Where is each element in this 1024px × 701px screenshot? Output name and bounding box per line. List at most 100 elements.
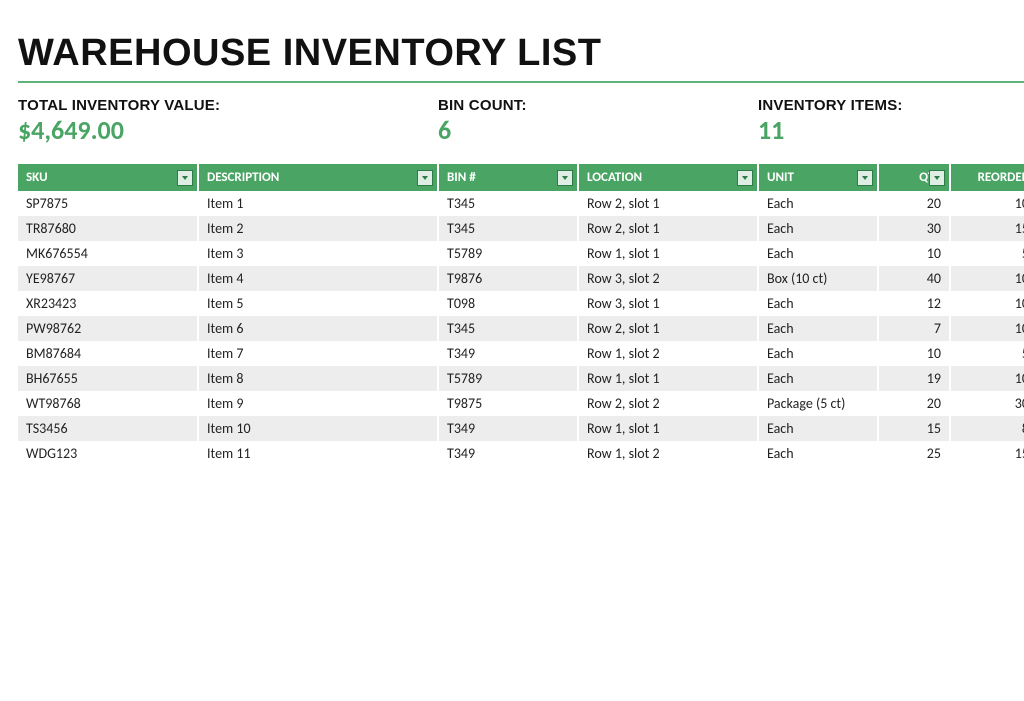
cell-sku: YE98767 bbox=[18, 266, 198, 291]
cell-sku: TR87680 bbox=[18, 216, 198, 241]
cell-location: Row 1, slot 2 bbox=[578, 441, 758, 466]
cell-unit: Each bbox=[758, 341, 878, 366]
table-header-row: SKU DESCRIPTION BIN # LOCATION UNIT QTY … bbox=[18, 164, 1024, 191]
cell-description: Item 6 bbox=[198, 316, 438, 341]
cell-bin: T345 bbox=[438, 316, 578, 341]
cell-location: Row 1, slot 1 bbox=[578, 416, 758, 441]
cell-bin: T098 bbox=[438, 291, 578, 316]
page-title: WAREHOUSE INVENTORY LIST bbox=[18, 32, 1024, 75]
cell-location: Row 2, slot 1 bbox=[578, 191, 758, 216]
cell-unit: Each bbox=[758, 366, 878, 391]
cell-sku: XR23423 bbox=[18, 291, 198, 316]
cell-location: Row 3, slot 2 bbox=[578, 266, 758, 291]
cell-reorder: 10 bbox=[950, 366, 1024, 391]
cell-qty: 40 bbox=[878, 266, 950, 291]
cell-qty: 20 bbox=[878, 391, 950, 416]
table-row: BH67655Item 8T5789Row 1, slot 1Each1910 bbox=[18, 366, 1024, 391]
cell-bin: T5789 bbox=[438, 366, 578, 391]
table-row: WDG123Item 11T349Row 1, slot 2Each2515 bbox=[18, 441, 1024, 466]
cell-description: Item 7 bbox=[198, 341, 438, 366]
cell-sku: WDG123 bbox=[18, 441, 198, 466]
cell-qty: 25 bbox=[878, 441, 950, 466]
cell-bin: T349 bbox=[438, 441, 578, 466]
cell-sku: WT98768 bbox=[18, 391, 198, 416]
cell-description: Item 3 bbox=[198, 241, 438, 266]
summary-total-label: TOTAL INVENTORY VALUE: bbox=[18, 97, 438, 114]
cell-sku: TS3456 bbox=[18, 416, 198, 441]
table-row: XR23423Item 5T098Row 3, slot 1Each1210 bbox=[18, 291, 1024, 316]
cell-reorder: 10 bbox=[950, 191, 1024, 216]
col-bin[interactable]: BIN # bbox=[438, 164, 578, 191]
cell-location: Row 1, slot 2 bbox=[578, 341, 758, 366]
filter-dropdown-icon[interactable] bbox=[557, 170, 573, 186]
cell-unit: Each bbox=[758, 416, 878, 441]
col-unit[interactable]: UNIT bbox=[758, 164, 878, 191]
cell-unit: Each bbox=[758, 441, 878, 466]
table-row: SP7875Item 1T345Row 2, slot 1Each2010 bbox=[18, 191, 1024, 216]
cell-qty: 19 bbox=[878, 366, 950, 391]
col-sku-label: SKU bbox=[26, 170, 48, 185]
cell-sku: MK676554 bbox=[18, 241, 198, 266]
cell-reorder: 15 bbox=[950, 441, 1024, 466]
cell-reorder: 5 bbox=[950, 341, 1024, 366]
cell-reorder: 8 bbox=[950, 416, 1024, 441]
cell-sku: BH67655 bbox=[18, 366, 198, 391]
cell-bin: T345 bbox=[438, 216, 578, 241]
col-sku[interactable]: SKU bbox=[18, 164, 198, 191]
cell-location: Row 2, slot 2 bbox=[578, 391, 758, 416]
table-row: TS3456Item 10T349Row 1, slot 1Each158 bbox=[18, 416, 1024, 441]
cell-reorder: 5 bbox=[950, 241, 1024, 266]
summary-items-label: INVENTORY ITEMS: bbox=[758, 97, 903, 114]
cell-bin: T345 bbox=[438, 191, 578, 216]
col-qty[interactable]: QTY bbox=[878, 164, 950, 191]
cell-qty: 20 bbox=[878, 191, 950, 216]
filter-dropdown-icon[interactable] bbox=[417, 170, 433, 186]
filter-dropdown-icon[interactable] bbox=[737, 170, 753, 186]
cell-unit: Each bbox=[758, 216, 878, 241]
cell-description: Item 11 bbox=[198, 441, 438, 466]
cell-unit: Each bbox=[758, 241, 878, 266]
inventory-table: SKU DESCRIPTION BIN # LOCATION UNIT QTY … bbox=[18, 164, 1024, 466]
cell-qty: 7 bbox=[878, 316, 950, 341]
cell-description: Item 1 bbox=[198, 191, 438, 216]
cell-unit: Each bbox=[758, 291, 878, 316]
col-location-label: LOCATION bbox=[587, 170, 642, 185]
cell-location: Row 1, slot 1 bbox=[578, 366, 758, 391]
summary-bincount-value: 6 bbox=[438, 114, 758, 146]
cell-bin: T349 bbox=[438, 341, 578, 366]
summary-items-value: 11 bbox=[758, 114, 903, 146]
cell-qty: 12 bbox=[878, 291, 950, 316]
cell-description: Item 5 bbox=[198, 291, 438, 316]
cell-description: Item 2 bbox=[198, 216, 438, 241]
cell-unit: Each bbox=[758, 191, 878, 216]
cell-description: Item 9 bbox=[198, 391, 438, 416]
cell-location: Row 2, slot 1 bbox=[578, 316, 758, 341]
table-row: PW98762Item 6T345Row 2, slot 1Each710 bbox=[18, 316, 1024, 341]
cell-unit: Box (10 ct) bbox=[758, 266, 878, 291]
title-rule bbox=[18, 81, 1024, 83]
cell-reorder: 15 bbox=[950, 216, 1024, 241]
cell-sku: SP7875 bbox=[18, 191, 198, 216]
col-reorder-label: REORDER bbox=[978, 170, 1024, 185]
cell-qty: 10 bbox=[878, 241, 950, 266]
summary-items: INVENTORY ITEMS: 11 bbox=[758, 97, 903, 146]
filter-dropdown-icon[interactable] bbox=[929, 170, 945, 186]
col-unit-label: UNIT bbox=[767, 170, 794, 185]
cell-location: Row 1, slot 1 bbox=[578, 241, 758, 266]
cell-description: Item 4 bbox=[198, 266, 438, 291]
cell-reorder: 10 bbox=[950, 266, 1024, 291]
filter-dropdown-icon[interactable] bbox=[857, 170, 873, 186]
col-reorder[interactable]: REORDER bbox=[950, 164, 1024, 191]
cell-unit: Package (5 ct) bbox=[758, 391, 878, 416]
summary-bar: TOTAL INVENTORY VALUE: $4,649.00 BIN COU… bbox=[18, 97, 1024, 146]
filter-dropdown-icon[interactable] bbox=[177, 170, 193, 186]
table-row: BM87684Item 7T349Row 1, slot 2Each105 bbox=[18, 341, 1024, 366]
cell-reorder: 10 bbox=[950, 291, 1024, 316]
col-description[interactable]: DESCRIPTION bbox=[198, 164, 438, 191]
cell-qty: 30 bbox=[878, 216, 950, 241]
col-description-label: DESCRIPTION bbox=[207, 170, 279, 185]
cell-description: Item 10 bbox=[198, 416, 438, 441]
cell-reorder: 30 bbox=[950, 391, 1024, 416]
col-location[interactable]: LOCATION bbox=[578, 164, 758, 191]
table-row: WT98768Item 9T9875Row 2, slot 2Package (… bbox=[18, 391, 1024, 416]
